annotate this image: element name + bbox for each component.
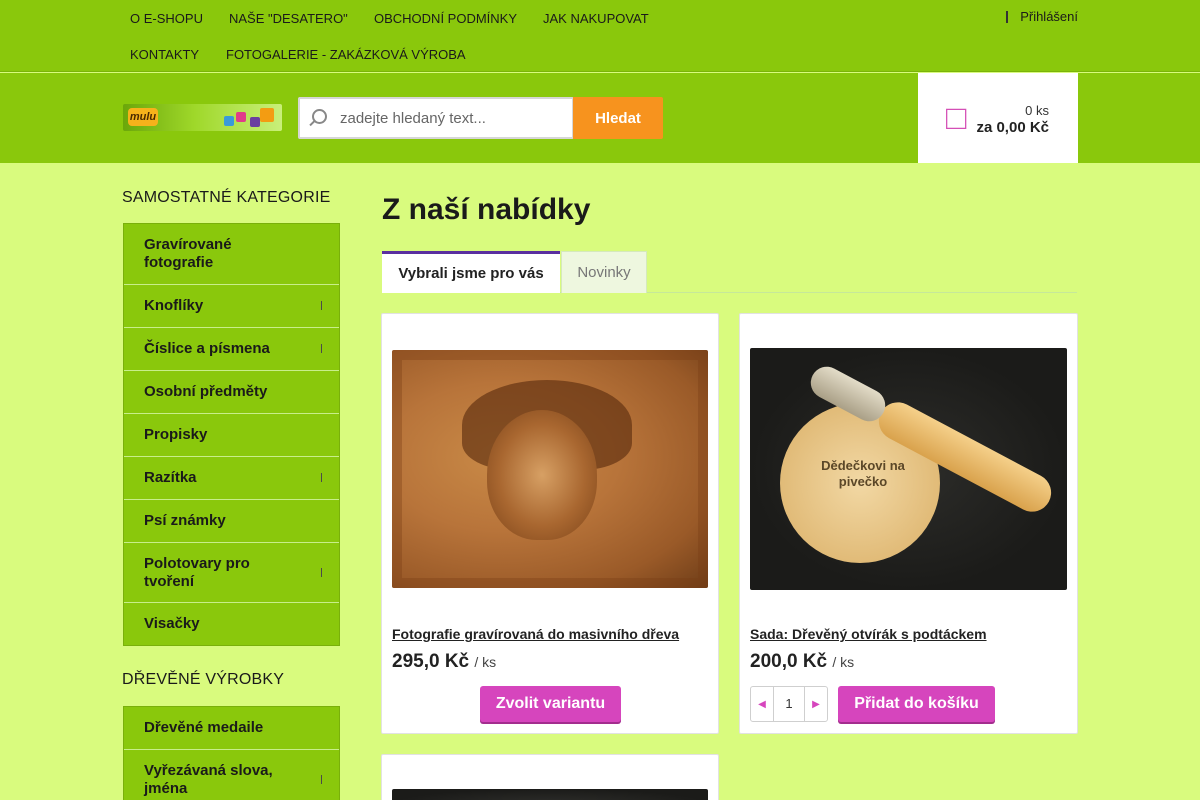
category-item-knofliky[interactable]: Knoflíky (124, 284, 339, 327)
category-list-drevene: Dřevěné medaile Vyřezávaná slova, jména (123, 706, 340, 800)
login-icon (1006, 10, 1014, 23)
product-price: 295,0 Kč / ks (392, 651, 496, 673)
product-tabs: Vybrali jsme pro vás Novinky (382, 251, 1077, 293)
category-item-cislice-pismena[interactable]: Číslice a písmena (124, 327, 339, 370)
product-image[interactable] (392, 350, 708, 588)
logo-wordmark: mulu (128, 108, 158, 126)
engraving-text: Dědečkovi na pivečko (821, 458, 905, 489)
category-label: Vyřezávaná slova, jména (144, 761, 273, 797)
menu-item-fotogalerie[interactable]: FOTOGALERIE - ZAKÁZKOVÁ VÝROBA (220, 45, 472, 64)
sidebar-heading-drevene: DŘEVĚNÉ VÝROBKY (122, 671, 285, 688)
menu-item-obchodni-podminky[interactable]: OBCHODNÍ PODMÍNKY (368, 9, 523, 28)
chevron-right-icon (317, 774, 322, 784)
cart-quantity: 0 ks (1025, 103, 1049, 118)
chevron-right-icon (317, 473, 322, 482)
category-item-polotovary[interactable]: Polotovary pro tvoření (124, 542, 339, 602)
category-item-osobni-predmety[interactable]: Osobní předměty (124, 370, 339, 413)
category-item-razitka[interactable]: Razítka (124, 456, 339, 499)
price-unit: / ks (832, 654, 855, 670)
category-item-psi-znamky[interactable]: Psí známky (124, 499, 339, 542)
price-value: 295,0 Kč (392, 651, 470, 672)
product-price: 200,0 Kč / ks (750, 651, 854, 673)
sidebar-heading-samostatne: SAMOSTATNÉ KATEGORIE (122, 189, 331, 206)
cart-total: za 0,00 Kč (976, 119, 1049, 136)
category-item-gravirovane-fotografie[interactable]: Gravírované fotografie (124, 224, 339, 284)
product-name-link[interactable]: Sada: Dřevěný otvírák s podtáckem (750, 626, 987, 642)
search-input[interactable] (340, 107, 560, 129)
header: mulu Hledat □ 0 ks za 0,00 Kč (0, 73, 1200, 163)
category-item-visacky[interactable]: Visačky (124, 602, 339, 645)
category-label: Osobní předměty (144, 383, 268, 400)
login-link[interactable]: Přihlášení (1006, 9, 1078, 24)
product-image[interactable] (392, 789, 708, 800)
category-label: Visačky (144, 615, 200, 632)
chevron-right-icon (317, 567, 322, 577)
login-label: Přihlášení (1020, 9, 1078, 24)
product-card: Fotografie gravírovaná do masivního dřev… (381, 313, 719, 734)
product-card: Dědečkovi na pivečko Sada: Dřevěný otvír… (739, 313, 1078, 734)
choose-variant-button[interactable]: Zvolit variantu (480, 686, 621, 722)
quantity-stepper: ◀ 1 ▶ (750, 686, 828, 722)
logo-decoration (216, 108, 276, 128)
category-label: Propisky (144, 426, 208, 443)
quantity-input[interactable]: 1 (773, 687, 805, 721)
chevron-right-icon (317, 301, 322, 310)
product-name-link[interactable]: Fotografie gravírovaná do masivního dřev… (392, 626, 679, 642)
tab-vybrali-jsme[interactable]: Vybrali jsme pro vás (382, 251, 560, 293)
search-icon (312, 109, 327, 124)
decrease-button[interactable]: ◀ (751, 687, 773, 721)
chevron-right-icon (317, 344, 322, 353)
cart-icon: □ (946, 99, 967, 137)
cart-widget[interactable]: □ 0 ks za 0,00 Kč (918, 73, 1078, 163)
menu-item-kontakty[interactable]: KONTAKTY (124, 45, 205, 64)
category-label: Knoflíky (144, 297, 204, 314)
product-card (381, 754, 719, 800)
category-label: Polotovary pro tvoření (144, 554, 250, 590)
page-title: Z naší nabídky (382, 193, 591, 226)
category-label: Gravírované fotografie (144, 236, 232, 271)
menu-item-desatero[interactable]: NAŠE "DESATERO" (223, 9, 354, 28)
top-navigation: O E-SHOPU NAŠE "DESATERO" OBCHODNÍ PODMÍ… (0, 0, 1200, 72)
search-button[interactable]: Hledat (573, 97, 663, 139)
price-unit: / ks (474, 654, 497, 670)
category-item-vyrezavana-slova[interactable]: Vyřezávaná slova, jména (124, 749, 339, 800)
menu-item-jak-nakupovat[interactable]: JAK NAKUPOVAT (537, 9, 655, 28)
product-image[interactable]: Dědečkovi na pivečko (750, 348, 1067, 590)
category-label: Psí známky (144, 512, 226, 529)
increase-button[interactable]: ▶ (805, 687, 827, 721)
category-list-samostatne: Gravírované fotografie Knoflíky Číslice … (123, 223, 340, 646)
site-logo[interactable]: mulu (123, 104, 282, 131)
category-item-propisky[interactable]: Propisky (124, 413, 339, 456)
category-label: Dřevěné medaile (144, 719, 264, 736)
category-label: Číslice a písmena (144, 340, 270, 357)
search-box (298, 97, 574, 139)
category-item-drevene-medaile[interactable]: Dřevěné medaile (124, 707, 339, 749)
price-value: 200,0 Kč (750, 651, 828, 672)
tab-novinky[interactable]: Novinky (561, 251, 647, 293)
add-to-cart-button[interactable]: Přidat do košíku (838, 686, 995, 722)
menu-item-o-eshopu[interactable]: O E-SHOPU (124, 9, 209, 28)
category-label: Razítka (144, 469, 197, 486)
